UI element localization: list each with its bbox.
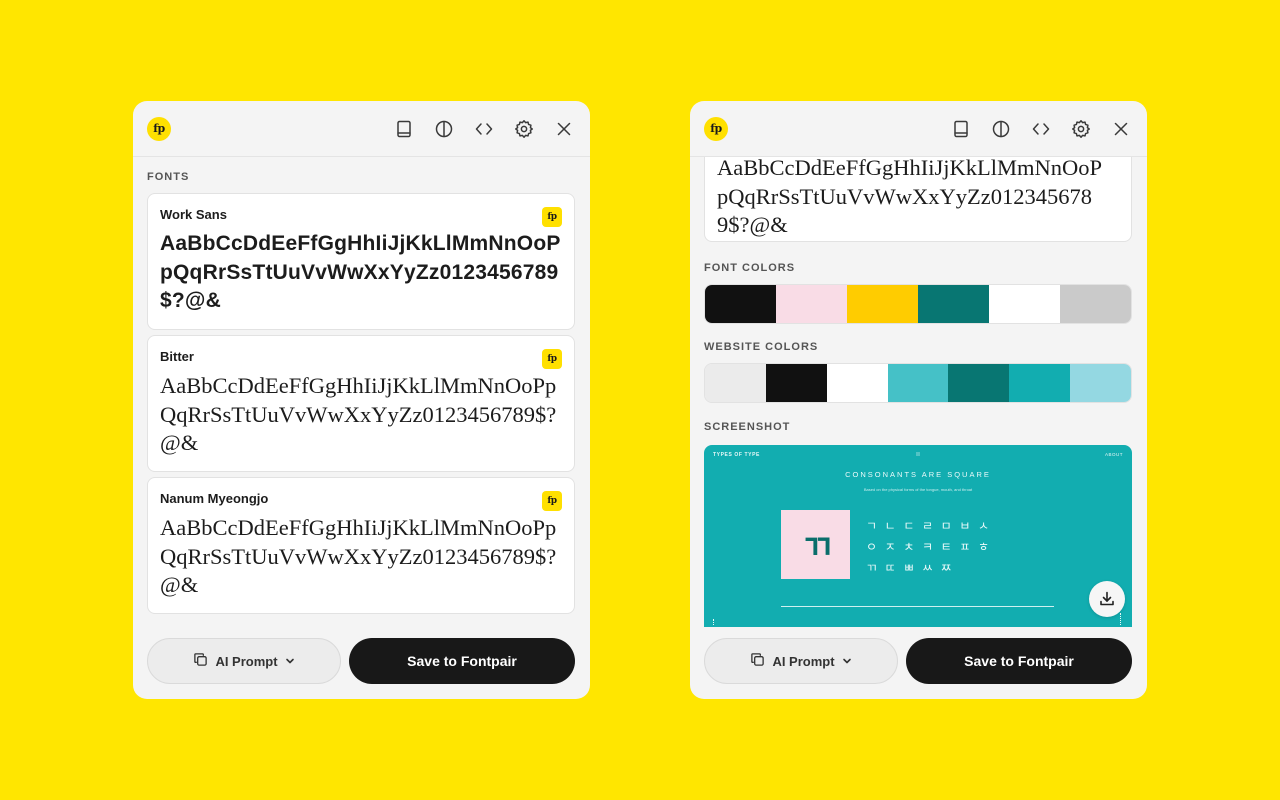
- website-color-swatch[interactable]: [826, 364, 888, 402]
- font-card-bitter[interactable]: Bitter fp AaBbCcDdEeFfGgHhIiJjKkLlMmNnOo…: [147, 335, 575, 472]
- screenshot-title: CONSONANTS ARE SQUARE: [845, 470, 991, 479]
- font-card-scrolled[interactable]: AaBbCcDdEeFfGgHhIiJjKkLlMmNnOoP pQqRrSsT…: [704, 157, 1132, 242]
- font-color-swatch[interactable]: [776, 285, 847, 323]
- fontpair-badge[interactable]: fp: [542, 207, 562, 227]
- screenshot-side-mark: [1120, 613, 1122, 625]
- fontpair-logo: fp: [704, 116, 728, 141]
- ai-prompt-label: AI Prompt: [215, 653, 278, 669]
- extension-panel-colors: fp AaBbCcDdEeFfGgHhIiJjKkLlMmNnOoP pQqRr…: [690, 101, 1147, 699]
- extension-panel-fonts: fp FONTS Work Sans fp AaBbCcDdEeFfGgHhIi…: [133, 101, 590, 699]
- font-color-swatch[interactable]: [705, 285, 776, 323]
- contrast-icon[interactable]: [434, 119, 454, 139]
- website-screenshot: TYPES OF TYPE ABOUT CONSONANTS ARE SQUAR…: [704, 445, 1132, 627]
- copy-icon: [193, 652, 208, 670]
- website-color-swatch[interactable]: [765, 364, 827, 402]
- website-colors-palette: [704, 363, 1132, 403]
- font-color-swatch[interactable]: [989, 285, 1060, 323]
- fontpair-badge[interactable]: fp: [542, 349, 562, 369]
- font-sample-line-2: pQqRrSsTtUuVvWwXxYyZz012345678: [717, 183, 1092, 209]
- website-colors-label: WEBSITE COLORS: [704, 341, 819, 353]
- header-actions: [951, 119, 1131, 139]
- font-color-swatch[interactable]: [918, 285, 989, 323]
- font-sample: AaBbCcDdEeFfGgHhIiJjKkLlMmNnOoPpQqRrSsTt…: [160, 373, 557, 455]
- book-icon[interactable]: [951, 119, 971, 139]
- ai-prompt-label: AI Prompt: [772, 653, 835, 669]
- font-name: Bitter: [160, 349, 194, 364]
- ai-prompt-button[interactable]: AI Prompt: [704, 638, 898, 684]
- font-card-work-sans[interactable]: Work Sans fp AaBbCcDdEeFfGgHhIiJjKkLlMmN…: [147, 193, 575, 330]
- header-actions: [394, 119, 574, 139]
- website-color-swatch[interactable]: [1009, 364, 1071, 402]
- font-colors-palette: [704, 284, 1132, 324]
- panel-footer: AI Prompt Save to Fontpair: [133, 638, 590, 684]
- chevron-down-icon: [285, 654, 295, 669]
- jamo-row: ㄲ ㄸ ㅃ ㅆ ㅉ: [866, 561, 952, 575]
- save-to-fontpair-button[interactable]: Save to Fontpair: [906, 638, 1132, 684]
- website-color-swatch[interactable]: [887, 364, 949, 402]
- fonts-section-label: FONTS: [147, 171, 190, 183]
- panel-footer: AI Prompt Save to Fontpair: [690, 638, 1147, 684]
- font-name: Work Sans: [160, 207, 227, 222]
- screenshot-brand: TYPES OF TYPE: [713, 452, 760, 458]
- font-sample-line-3: 9$?@&: [717, 212, 788, 237]
- contrast-icon[interactable]: [991, 119, 1011, 139]
- screenshot-side-mark: [713, 619, 715, 625]
- jamo-row: ㄱ ㄴ ㄷ ㄹ ㅁ ㅂ ㅅ: [866, 519, 990, 533]
- close-icon[interactable]: [1111, 119, 1131, 139]
- font-color-swatch[interactable]: [847, 285, 918, 323]
- screenshot-label: SCREENSHOT: [704, 421, 791, 433]
- screenshot-divider: [781, 606, 1054, 607]
- font-name: Nanum Myeongjo: [160, 491, 269, 506]
- panel-body[interactable]: FONTS Work Sans fp AaBbCcDdEeFfGgHhIiJjK…: [133, 157, 590, 699]
- font-sample: AaBbCcDdEeFfGgHhIiJjKkLlMmNnOoPpQqRrSsTt…: [160, 232, 561, 312]
- fontpair-badge[interactable]: fp: [542, 491, 562, 511]
- download-icon: [1100, 591, 1114, 606]
- book-icon[interactable]: [394, 119, 414, 139]
- font-colors-label: FONT COLORS: [704, 262, 796, 274]
- screenshot-jamo-grid: ㄱ ㄴ ㄷ ㄹ ㅁ ㅂ ㅅ ㅇ ㅈ ㅊ ㅋ ㅌ ㅍ ㅎ ㄲ ㄸ ㅃ ㅆ ㅉ: [866, 516, 1046, 579]
- copy-icon: [750, 652, 765, 670]
- font-sample: AaBbCcDdEeFfGgHhIiJjKkLlMmNnOoPpQqRrSsTt…: [160, 515, 557, 597]
- font-color-swatch[interactable]: [1060, 285, 1131, 323]
- chevron-down-icon: [842, 654, 852, 669]
- settings-icon[interactable]: [1071, 119, 1091, 139]
- code-icon[interactable]: [1031, 119, 1051, 139]
- ai-prompt-button[interactable]: AI Prompt: [147, 638, 341, 684]
- font-sample-line-1: AaBbCcDdEeFfGgHhIiJjKkLlMmNnOoP: [717, 157, 1102, 180]
- website-color-swatch[interactable]: [948, 364, 1010, 402]
- panel-header: fp: [690, 101, 1147, 156]
- panel-body[interactable]: AaBbCcDdEeFfGgHhIiJjKkLlMmNnOoP pQqRrSsT…: [690, 157, 1147, 699]
- screenshot-glyph-tile: ㄲ: [781, 510, 850, 579]
- code-icon[interactable]: [474, 119, 494, 139]
- fontpair-logo: fp: [147, 116, 171, 141]
- jamo-row: ㅇ ㅈ ㅊ ㅋ ㅌ ㅍ ㅎ: [866, 540, 990, 554]
- panel-header: fp: [133, 101, 590, 156]
- settings-icon[interactable]: [514, 119, 534, 139]
- screenshot-subtitle: Based on the physical forms of the tongu…: [863, 487, 973, 492]
- download-screenshot-button[interactable]: [1089, 581, 1125, 617]
- website-color-swatch[interactable]: [705, 364, 766, 402]
- save-to-fontpair-button[interactable]: Save to Fontpair: [349, 638, 575, 684]
- close-icon[interactable]: [554, 119, 574, 139]
- grid-icon: [916, 452, 920, 456]
- screenshot-nav: TYPES OF TYPE ABOUT: [713, 452, 1123, 460]
- screenshot-about: ABOUT: [1104, 452, 1123, 457]
- font-card-nanum-myeongjo[interactable]: Nanum Myeongjo fp AaBbCcDdEeFfGgHhIiJjKk…: [147, 477, 575, 614]
- website-color-swatch[interactable]: [1070, 364, 1131, 402]
